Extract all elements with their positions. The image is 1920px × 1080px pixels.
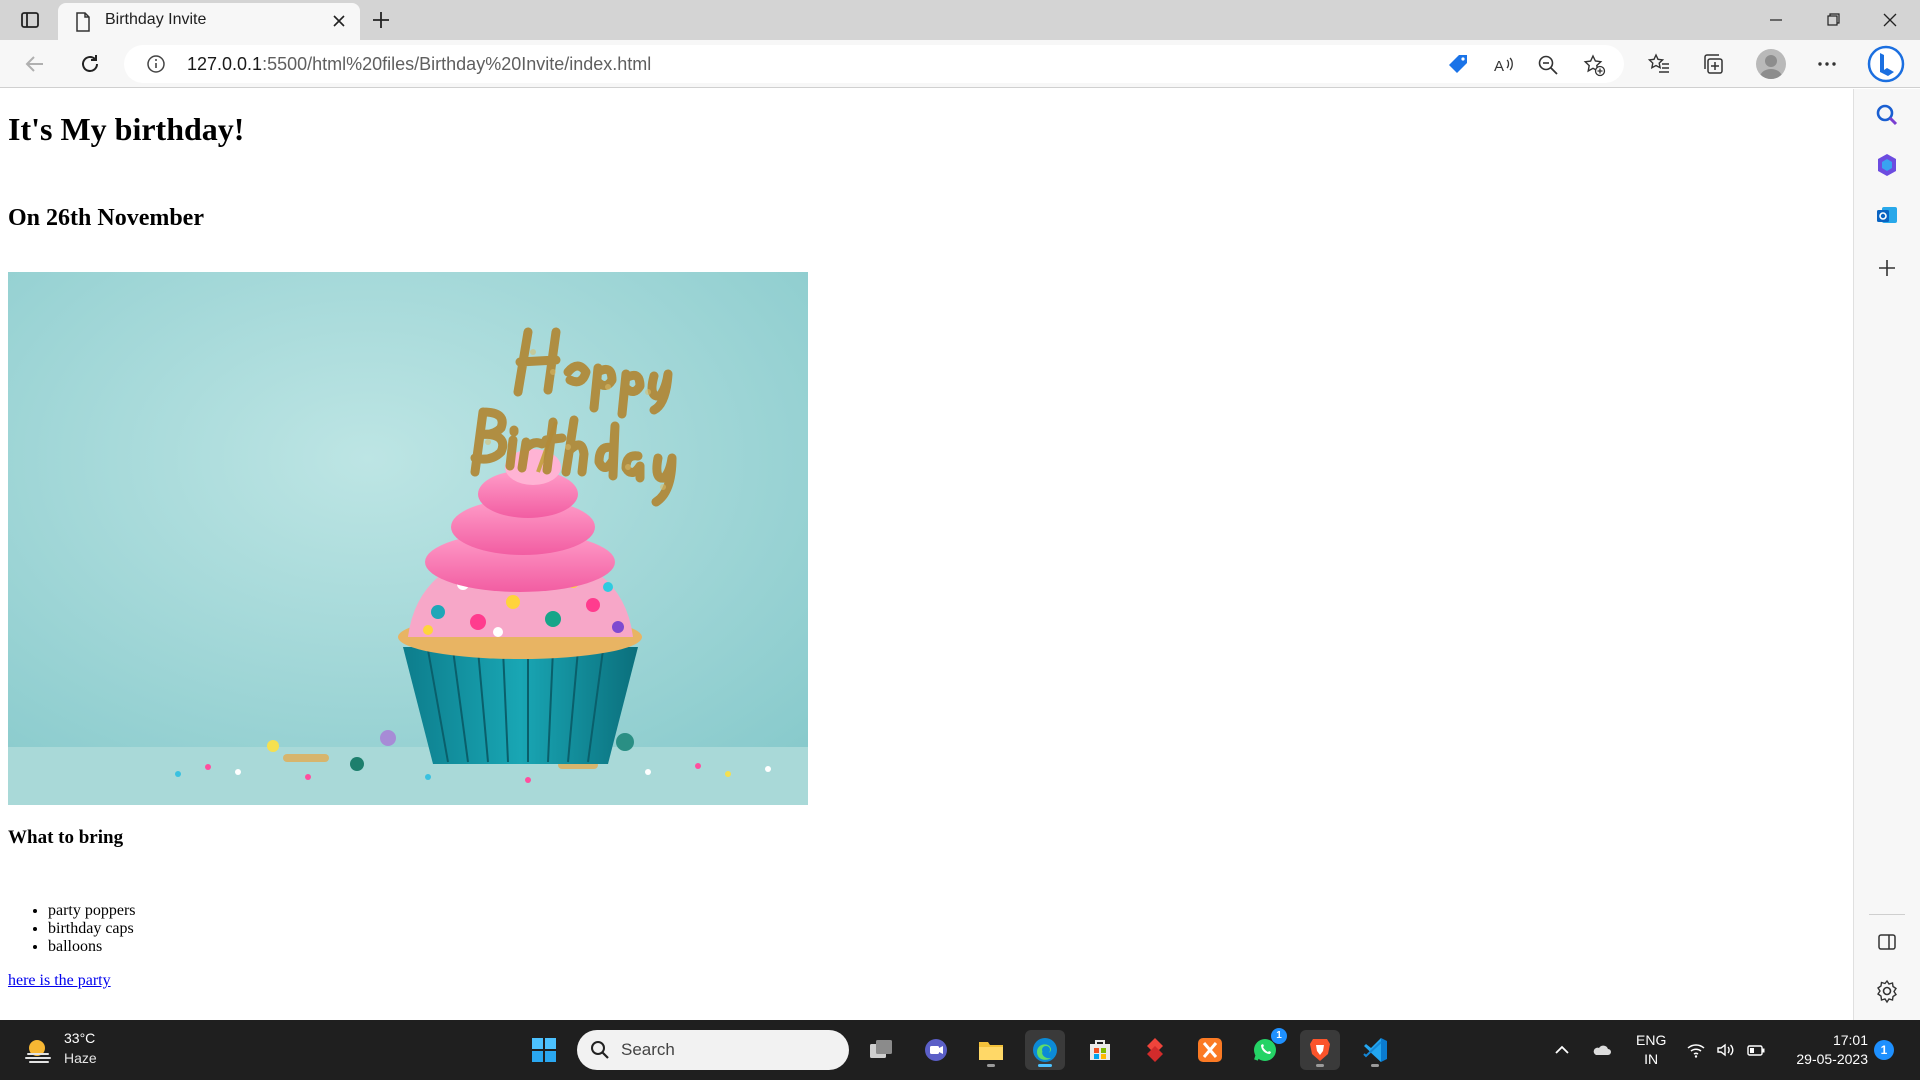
bring-list: party poppers birthday caps balloons <box>48 902 136 956</box>
minimize-icon[interactable] <box>1756 6 1796 34</box>
url-field[interactable]: 127.0.0.1:5500/html%20files/Birthday%20I… <box>124 45 1624 83</box>
favorites-icon[interactable] <box>1647 52 1671 76</box>
microsoft-store-button[interactable] <box>1080 1030 1120 1070</box>
weather-temperature: 33°C <box>64 1030 96 1046</box>
onedrive-cloud-icon[interactable] <box>1592 1040 1612 1060</box>
running-indicator <box>1371 1064 1379 1067</box>
start-button[interactable] <box>524 1030 564 1070</box>
edge-icon <box>1033 1038 1057 1062</box>
task-view-icon <box>870 1040 892 1058</box>
system-clock[interactable]: 17:01 29-05-2023 <box>1786 1031 1868 1069</box>
list-item: balloons <box>48 938 136 956</box>
settings-gear-icon[interactable] <box>1874 978 1900 1004</box>
document-icon <box>76 12 90 32</box>
tab-bar: Birthday Invite <box>0 0 1920 40</box>
wifi-icon[interactable] <box>1686 1040 1706 1060</box>
whatsapp-unread-badge: 1 <box>1271 1028 1287 1044</box>
vscode-icon <box>1363 1038 1387 1062</box>
copilot-icon[interactable] <box>1866 44 1906 84</box>
web-page: It's My birthday! On 26th November What … <box>0 89 1852 1020</box>
outlook-icon[interactable] <box>1874 202 1900 228</box>
taskbar-search[interactable]: Search <box>577 1030 849 1070</box>
profile-avatar[interactable] <box>1756 49 1786 79</box>
edge-sidebar <box>1853 89 1920 1020</box>
input-language-indicator[interactable]: ENG IN <box>1636 1031 1666 1069</box>
search-placeholder: Search <box>621 1040 675 1059</box>
add-icon[interactable] <box>1874 255 1900 281</box>
date-heading: On 26th November <box>8 205 204 231</box>
tab-title: Birthday Invite <box>105 11 207 28</box>
xampp-icon <box>1198 1038 1222 1062</box>
language-code: ENG <box>1636 1032 1667 1048</box>
page-heading: It's My birthday! <box>8 111 245 147</box>
url-path: :5500/html%20files/Birthday%20Invite/ind… <box>262 54 652 74</box>
haze-weather-icon[interactable] <box>24 1036 54 1066</box>
chat-icon <box>925 1039 947 1061</box>
svg-text:A: A <box>1494 58 1504 75</box>
battery-icon[interactable] <box>1746 1040 1766 1060</box>
notification-badge[interactable]: 1 <box>1874 1040 1894 1060</box>
search-icon[interactable] <box>1874 102 1900 128</box>
clock-date: 29-05-2023 <box>1796 1051 1868 1067</box>
weather-condition: Haze <box>64 1050 97 1066</box>
brave-icon <box>1310 1039 1330 1061</box>
zoom-out-icon[interactable] <box>1536 53 1560 77</box>
collections-icon[interactable] <box>1701 52 1725 76</box>
address-bar: 127.0.0.1:5500/html%20files/Birthday%20I… <box>0 40 1920 88</box>
profile-icon <box>1760 55 1782 79</box>
tab-actions-icon[interactable] <box>18 8 42 32</box>
restore-icon[interactable] <box>1813 6 1853 34</box>
new-tab-icon[interactable] <box>369 8 393 32</box>
site-info-icon[interactable] <box>146 54 166 74</box>
active-indicator <box>1038 1064 1052 1067</box>
more-options-icon[interactable] <box>1815 52 1839 76</box>
edge-button[interactable] <box>1025 1030 1065 1070</box>
url-host: 127.0.0.1 <box>187 54 263 74</box>
close-window-icon[interactable] <box>1870 6 1910 34</box>
folder-icon <box>979 1042 1003 1060</box>
tab-birthday-invite[interactable]: Birthday Invite <box>58 3 360 40</box>
running-indicator <box>987 1064 995 1067</box>
cupcake-illustration <box>8 272 808 805</box>
anydesk-icon <box>1147 1038 1163 1062</box>
bring-heading: What to bring <box>8 827 124 848</box>
back-icon[interactable] <box>22 51 48 77</box>
file-explorer-button[interactable] <box>971 1030 1011 1070</box>
teams-chat-button[interactable] <box>916 1030 956 1070</box>
task-view-button[interactable] <box>861 1030 901 1070</box>
party-link[interactable]: here is the party <box>8 972 111 990</box>
refresh-icon[interactable] <box>77 51 103 77</box>
list-item: birthday caps <box>48 920 136 938</box>
running-indicator <box>1316 1064 1324 1067</box>
anydesk-button[interactable] <box>1135 1030 1175 1070</box>
volume-icon[interactable] <box>1715 1040 1735 1060</box>
hide-sidebar-icon[interactable] <box>1874 929 1900 955</box>
office-icon[interactable] <box>1874 152 1900 178</box>
language-region: IN <box>1644 1051 1659 1067</box>
xampp-button[interactable] <box>1190 1030 1230 1070</box>
windows-taskbar: 33°C Haze Search 1 ENG IN 17:01 29-05-20… <box>0 1020 1920 1080</box>
read-aloud-icon[interactable]: A <box>1492 53 1516 77</box>
add-favorite-icon[interactable] <box>1582 53 1606 77</box>
store-icon <box>1090 1040 1110 1060</box>
url-text: 127.0.0.1:5500/html%20files/Birthday%20I… <box>187 54 651 75</box>
close-tab-icon[interactable] <box>330 12 348 30</box>
clock-time: 17:01 <box>1832 1032 1868 1048</box>
shopping-tag-icon[interactable] <box>1446 53 1470 77</box>
show-hidden-icons-chevron-icon[interactable] <box>1552 1040 1572 1060</box>
list-item: party poppers <box>48 902 136 920</box>
windows-logo-icon <box>532 1038 556 1062</box>
birthday-cupcake-image <box>8 272 808 805</box>
vscode-button[interactable] <box>1355 1030 1395 1070</box>
sidebar-divider <box>1869 914 1905 915</box>
search-icon <box>591 1041 609 1059</box>
brave-button[interactable] <box>1300 1030 1340 1070</box>
whatsapp-button[interactable]: 1 <box>1245 1028 1287 1070</box>
